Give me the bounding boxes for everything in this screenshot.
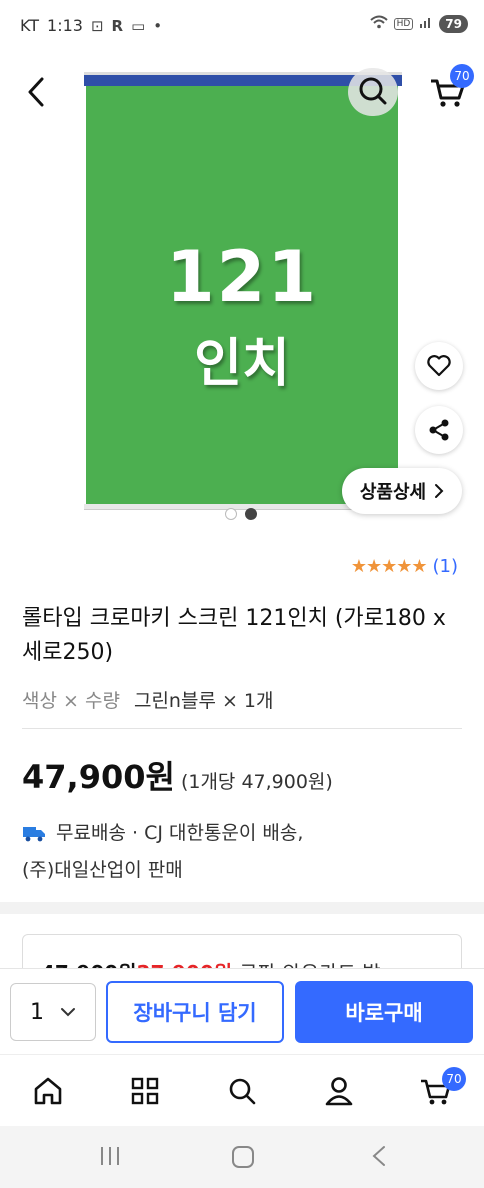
- chevron-left-icon: [28, 77, 44, 107]
- tab-categories[interactable]: [127, 1073, 163, 1109]
- rating[interactable]: ★★★★★ (1): [351, 556, 458, 577]
- green-screen: 121 인치: [86, 86, 398, 506]
- system-back-button[interactable]: [368, 1144, 392, 1170]
- price-row: 47,900원 (1개당 47,900원): [22, 752, 333, 798]
- carousel-dot[interactable]: [225, 508, 237, 520]
- system-navigation-bar: [0, 1126, 484, 1188]
- price: 47,900원: [22, 758, 175, 796]
- battery-level: 79: [439, 15, 468, 33]
- back-arrow-icon: [372, 1146, 385, 1166]
- product-image[interactable]: 121 인치: [84, 66, 402, 512]
- chevron-down-icon: [61, 1008, 75, 1017]
- hd-icon: HD: [393, 18, 414, 30]
- share-button[interactable]: [415, 406, 463, 454]
- header-cart-badge: 70: [450, 64, 474, 88]
- recent-apps-icon: [101, 1147, 119, 1165]
- quantity-value: 1: [30, 999, 44, 1025]
- wishlist-button[interactable]: [415, 342, 463, 390]
- search-icon: [229, 1078, 256, 1105]
- share-icon: [429, 419, 449, 441]
- back-button[interactable]: [20, 72, 54, 112]
- r-app-icon: R: [111, 16, 124, 35]
- divider: [22, 728, 462, 729]
- person-icon: [325, 1077, 353, 1106]
- review-count-link[interactable]: (1): [433, 556, 459, 577]
- wifi-icon: [369, 15, 388, 33]
- shipping-info: 무료배송 · CJ 대한통운이 배송, (주)대일산업이 판매: [22, 816, 462, 887]
- buy-now-button[interactable]: 바로구매: [295, 981, 473, 1043]
- notification-dot-icon: •: [153, 16, 163, 35]
- grid-icon: [131, 1077, 159, 1105]
- tab-home[interactable]: [30, 1073, 66, 1109]
- chevron-right-icon: [435, 484, 444, 498]
- hero-size-number: 121: [165, 236, 319, 318]
- carousel-indicator: [225, 508, 257, 520]
- product-detail-label: 상품상세: [359, 482, 427, 503]
- product-detail-button[interactable]: 상품상세: [342, 468, 462, 514]
- voicemail-icon: ▭: [131, 16, 146, 35]
- option-label: 색상 × 수량: [22, 690, 120, 712]
- shipping-line-1: 무료배송 · CJ 대한통운이 배송,: [56, 822, 304, 844]
- carrier: KT: [20, 16, 40, 35]
- bottom-tab-bar: 70: [0, 1054, 484, 1126]
- hero-size-unit: 인치: [194, 334, 290, 394]
- status-bar: KT 1:13 ⊡ R ▭ • HD 79: [0, 0, 484, 52]
- signal-icon: [419, 15, 433, 33]
- selected-option: 색상 × 수량 그린n블루 × 1개: [22, 686, 274, 713]
- screenshot-icon: ⊡: [90, 16, 104, 35]
- truck-icon: [22, 819, 46, 853]
- tab-cart-badge: 70: [442, 1067, 466, 1091]
- section-divider: [0, 902, 484, 914]
- unit-price: (1개당 47,900원): [180, 771, 333, 793]
- product-title: 롤타입 크로마키 스크린 121인치 (가로180 x 세로250): [22, 606, 446, 665]
- rating-stars: ★★★★★: [350, 556, 428, 577]
- search-button[interactable]: [348, 68, 398, 116]
- search-icon: [359, 77, 387, 105]
- home-square-icon: [232, 1146, 254, 1168]
- clock: 1:13: [47, 16, 83, 35]
- tab-search[interactable]: [224, 1073, 260, 1109]
- shipping-line-2: (주)대일산업이 판매: [22, 859, 183, 881]
- purchase-bar: 1 장바구니 담기 바로구매: [0, 968, 484, 1052]
- add-to-cart-button[interactable]: 장바구니 담기: [106, 981, 284, 1043]
- option-value: 그린n블루 × 1개: [133, 690, 274, 712]
- heart-icon: [427, 355, 451, 377]
- tab-my-account[interactable]: [321, 1073, 357, 1109]
- home-icon: [34, 1077, 62, 1105]
- home-system-button[interactable]: [230, 1144, 256, 1170]
- carousel-dot-active[interactable]: [245, 508, 257, 520]
- recent-apps-button[interactable]: [98, 1144, 122, 1170]
- quantity-select[interactable]: 1: [10, 983, 96, 1041]
